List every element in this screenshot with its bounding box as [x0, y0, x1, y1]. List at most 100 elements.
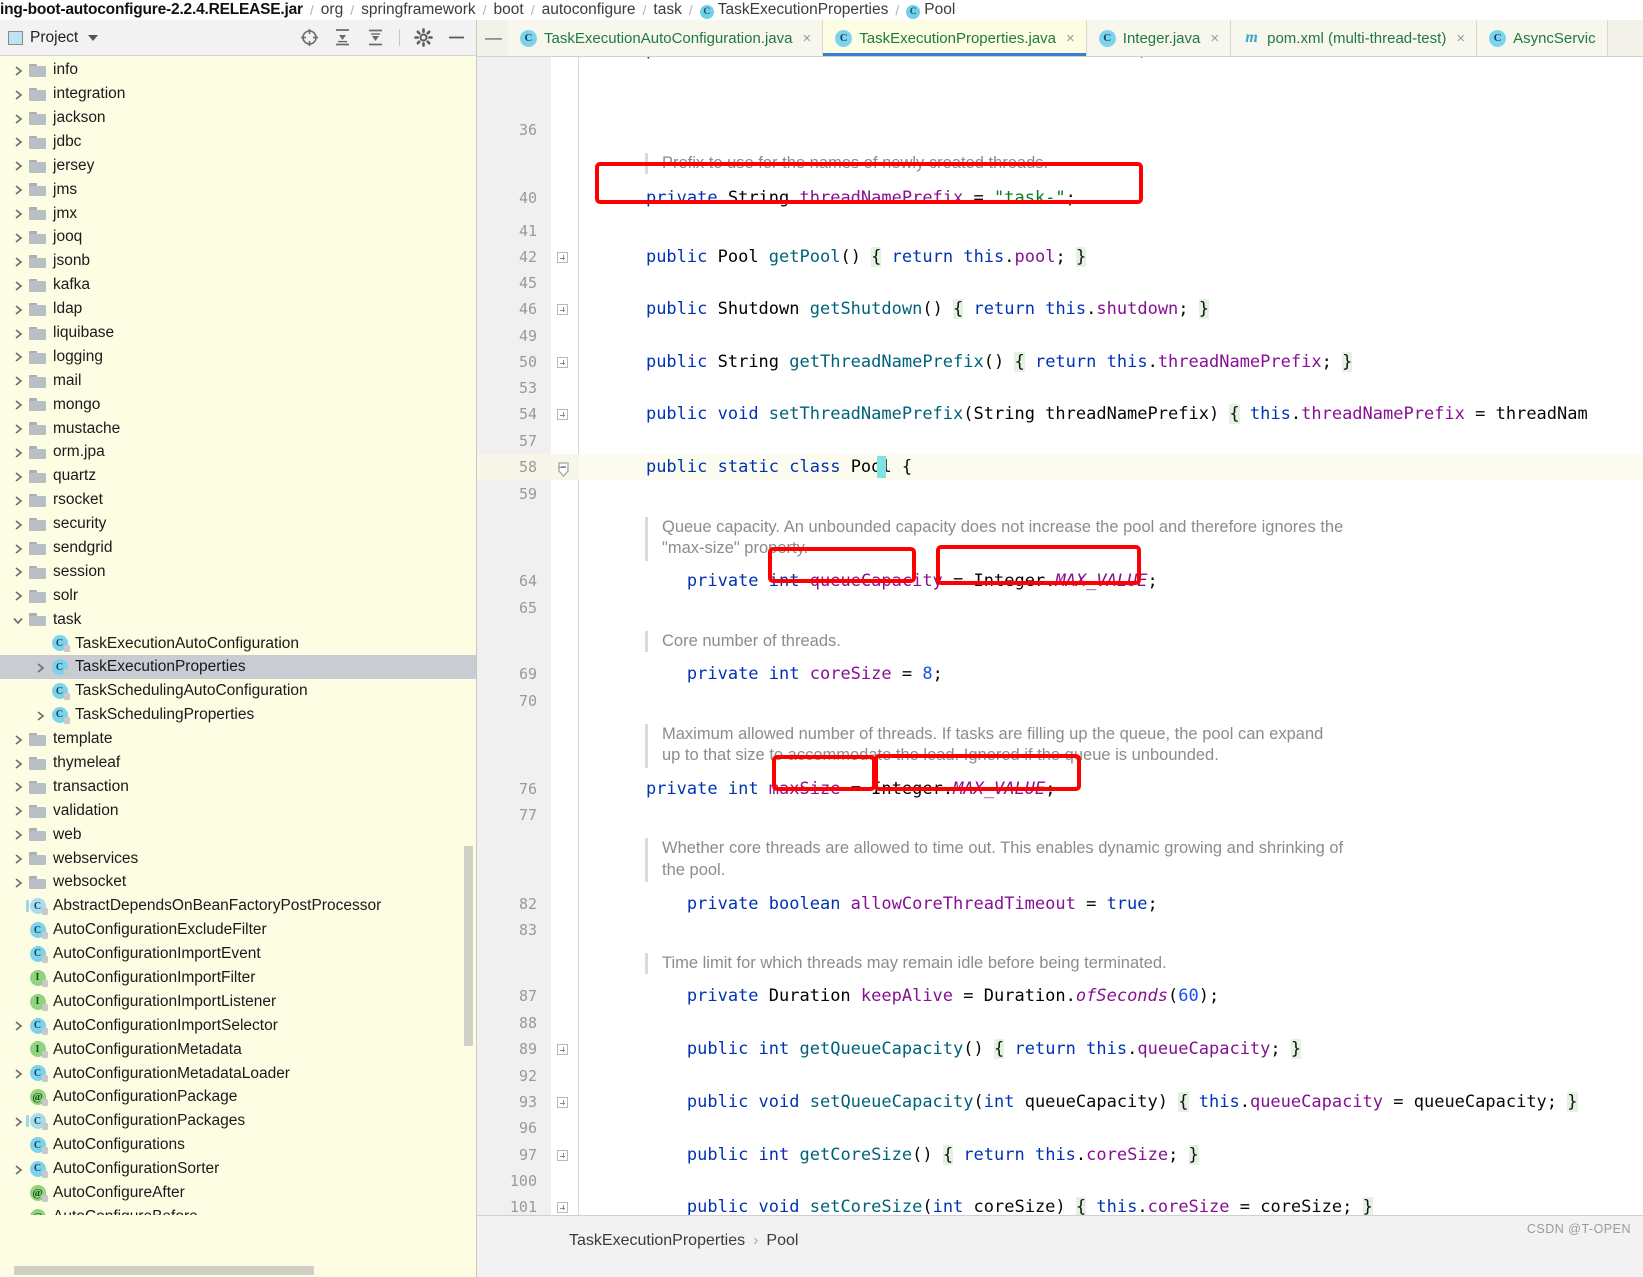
project-tree-horizontal-scrollbar[interactable]	[14, 1266, 314, 1275]
tree-item-webservices[interactable]: webservices	[0, 846, 476, 870]
tree-item-security[interactable]: security	[0, 512, 476, 536]
tree-item-autoconfigurationmetadataloader[interactable]: C AutoConfigurationMetadataLoader	[0, 1061, 476, 1085]
tree-item-quartz[interactable]: quartz	[0, 464, 476, 488]
chevron-right-icon[interactable]	[8, 135, 28, 149]
code-line[interactable]: Core number of threads.	[477, 628, 1643, 654]
tree-item-orm-jpa[interactable]: orm.jpa	[0, 440, 476, 464]
collapse-all-icon[interactable]	[366, 28, 385, 47]
chevron-right-icon[interactable]	[8, 1162, 28, 1176]
fold-expand-icon[interactable]	[557, 357, 568, 368]
chevron-right-icon[interactable]	[30, 708, 50, 722]
breadcrumb-segment-org[interactable]: org	[321, 1, 343, 19]
breadcrumb-segment-autoconfigure[interactable]: autoconfigure	[542, 1, 636, 19]
locate-icon[interactable]	[300, 28, 319, 47]
close-icon[interactable]: ×	[802, 31, 811, 46]
tree-item-autoconfigurationimportfilter[interactable]: I AutoConfigurationImportFilter	[0, 966, 476, 990]
tree-item-autoconfigurebefore[interactable]: @AutoConfigureBefore	[0, 1205, 476, 1215]
tree-item-rsocket[interactable]: rsocket	[0, 488, 476, 512]
tree-item-integration[interactable]: integration	[0, 82, 476, 106]
project-panel-title-group[interactable]: Project	[8, 29, 99, 47]
chevron-right-icon[interactable]	[8, 541, 28, 555]
fold-collapse-icon[interactable]	[557, 462, 570, 478]
chevron-right-icon[interactable]	[8, 804, 28, 818]
code-line[interactable]: 46 public Shutdown getShutdown() { retur…	[477, 296, 1643, 322]
tree-item-autoconfigurationmetadata[interactable]: I AutoConfigurationMetadata	[0, 1038, 476, 1062]
project-tree-scrollbar[interactable]	[464, 56, 475, 1215]
code-line[interactable]: 42 public Pool getPool() { return this.p…	[477, 244, 1643, 270]
code-line[interactable]: 93 public void setQueueCapacity(int queu…	[477, 1089, 1643, 1115]
editor-tab-asyncservic[interactable]: C AsyncServic	[1477, 20, 1608, 56]
fold-expand-icon[interactable]	[557, 409, 568, 420]
tab-list-minimize-icon[interactable]: —	[477, 20, 508, 56]
tree-item-autoconfigurationpackages[interactable]: C AutoConfigurationPackages	[0, 1109, 476, 1133]
code-line[interactable]: "max-size" property.	[477, 535, 1643, 561]
editor-tab-taskexecutionproperties-java[interactable]: C TaskExecutionProperties.java ×	[823, 20, 1087, 56]
fold-expand-icon[interactable]	[557, 252, 568, 263]
code-line[interactable]: 41	[477, 218, 1643, 244]
tree-item-autoconfigurationimportselector[interactable]: C AutoConfigurationImportSelector	[0, 1014, 476, 1038]
tree-item-autoconfigurationexcludefilter[interactable]: C AutoConfigurationExcludeFilter	[0, 918, 476, 942]
close-icon[interactable]: ×	[1210, 31, 1219, 46]
tree-item-jdbc[interactable]: jdbc	[0, 130, 476, 154]
tree-item-mail[interactable]: mail	[0, 369, 476, 393]
chevron-right-icon[interactable]	[8, 589, 28, 603]
tree-item-jooq[interactable]: jooq	[0, 225, 476, 249]
tree-item-jms[interactable]: jms	[0, 177, 476, 201]
code-line[interactable]: 97 public int getCoreSize() { return thi…	[477, 1142, 1643, 1168]
chevron-right-icon[interactable]	[8, 350, 28, 364]
tree-item-mongo[interactable]: mongo	[0, 392, 476, 416]
chevron-right-icon[interactable]	[8, 1067, 28, 1081]
tree-item-autoconfigurationimportlistener[interactable]: I AutoConfigurationImportListener	[0, 990, 476, 1014]
chevron-down-icon[interactable]	[8, 613, 28, 626]
code-line[interactable]: 65	[477, 595, 1643, 621]
chevron-right-icon[interactable]	[8, 111, 28, 125]
code-line[interactable]: 100	[477, 1168, 1643, 1194]
code-line[interactable]: 87 private Duration keepAlive = Duration…	[477, 983, 1643, 1009]
code-line[interactable]: 76 private int maxSize = Integer.MAX_VAL…	[477, 776, 1643, 802]
breadcrumb-jar[interactable]: ing-boot-autoconfigure-2.2.4.RELEASE.jar	[0, 1, 303, 19]
code-editor[interactable]: 35 private final Shutdown shutdown = new…	[477, 57, 1643, 1215]
chevron-right-icon[interactable]	[8, 517, 28, 531]
chevron-right-icon[interactable]	[8, 756, 28, 770]
breadcrumb-segment-task[interactable]: task	[653, 1, 681, 19]
code-line[interactable]: the pool.	[477, 857, 1643, 883]
chevron-right-icon[interactable]	[30, 660, 50, 674]
chevron-right-icon[interactable]	[8, 493, 28, 507]
code-line[interactable]: up to that size to accommodate the load.…	[477, 742, 1643, 768]
chevron-right-icon[interactable]	[8, 63, 28, 77]
editor-tab-integer-java[interactable]: C Integer.java ×	[1086, 20, 1232, 56]
code-line[interactable]: 96	[477, 1115, 1643, 1141]
chevron-right-icon[interactable]	[8, 445, 28, 459]
chevron-right-icon[interactable]	[8, 1114, 28, 1128]
status-crumb-class[interactable]: TaskExecutionProperties	[569, 1232, 745, 1250]
code-line[interactable]: 88	[477, 1010, 1643, 1036]
code-line[interactable]: 36	[477, 117, 1643, 143]
chevron-right-icon[interactable]	[8, 230, 28, 244]
editor-tab-pom-xml--multi-thread-test-[interactable]: m pom.xml (multi-thread-test) ×	[1231, 20, 1478, 56]
tree-item-websocket[interactable]: websocket	[0, 870, 476, 894]
tree-item-ldap[interactable]: ldap	[0, 297, 476, 321]
chevron-right-icon[interactable]	[8, 828, 28, 842]
tree-item-taskschedulingautoconfiguration[interactable]: C TaskSchedulingAutoConfiguration	[0, 679, 476, 703]
breadcrumb-segment-springframework[interactable]: springframework	[361, 1, 476, 19]
code-line[interactable]: 50 public String getThreadNamePrefix() {…	[477, 349, 1643, 375]
tree-item-abstractdependsonbeanfactorypostprocessor[interactable]: C AbstractDependsOnBeanFactoryPostProcess…	[0, 894, 476, 918]
code-line[interactable]: Time limit for which threads may remain …	[477, 950, 1643, 976]
tree-item-mustache[interactable]: mustache	[0, 416, 476, 440]
tree-item-sendgrid[interactable]: sendgrid	[0, 536, 476, 560]
chevron-right-icon[interactable]	[8, 87, 28, 101]
tree-item-validation[interactable]: validation	[0, 799, 476, 823]
code-line[interactable]: 89 public int getQueueCapacity() { retur…	[477, 1036, 1643, 1062]
tree-item-template[interactable]: template	[0, 727, 476, 751]
tree-item-jsonb[interactable]: jsonb	[0, 249, 476, 273]
fold-expand-icon[interactable]	[557, 1044, 568, 1055]
code-line[interactable]: 49	[477, 323, 1643, 349]
fold-expand-icon[interactable]	[557, 1097, 568, 1108]
close-icon[interactable]: ×	[1066, 31, 1075, 46]
code-line[interactable]: 77	[477, 802, 1643, 828]
chevron-right-icon[interactable]	[8, 732, 28, 746]
tree-item-jackson[interactable]: jackson	[0, 106, 476, 130]
tree-item-info[interactable]: info	[0, 58, 476, 82]
editor-tab-taskexecutionautoconfiguration-java[interactable]: C TaskExecutionAutoConfiguration.java ×	[508, 20, 824, 56]
code-line[interactable]: 92	[477, 1063, 1643, 1089]
